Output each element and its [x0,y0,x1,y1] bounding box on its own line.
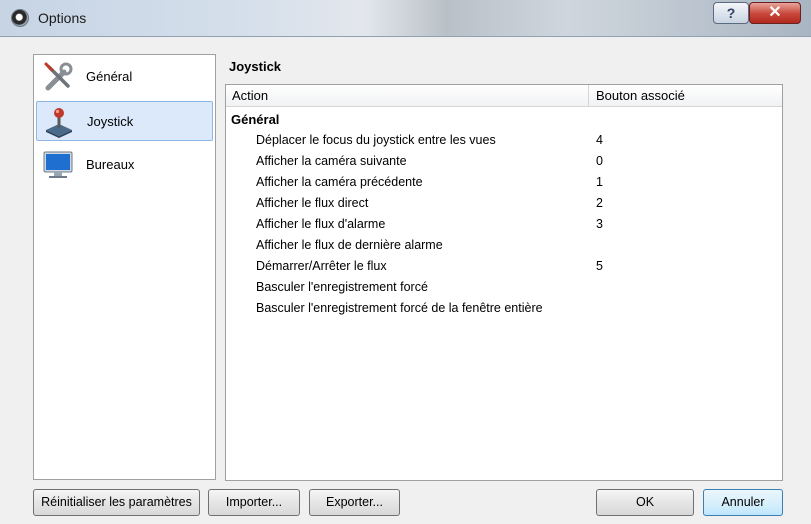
action-cell: Afficher le flux de dernière alarme [256,238,443,252]
action-cell: Afficher la caméra précédente [256,175,423,189]
table-row[interactable]: Basculer l'enregistrement forcé [226,278,782,299]
button-cell: 4 [596,133,603,147]
sidebar-item-desktops[interactable]: Bureaux [36,145,213,185]
sidebar-item-general[interactable]: Général [36,57,213,97]
table-row[interactable]: Basculer l'enregistrement forcé de la fe… [226,299,782,320]
window-title: Options [38,10,87,26]
question-icon: ? [726,5,736,21]
button-cell: 3 [596,217,603,231]
table-row[interactable]: Afficher la caméra suivante 0 [226,152,782,173]
action-cell: Afficher la caméra suivante [256,154,407,168]
table-row[interactable]: Afficher le flux d'alarme 3 [226,215,782,236]
button-cell: 0 [596,154,603,168]
section-title: Joystick [229,59,282,74]
sidebar-item-label: Bureaux [86,157,135,172]
ok-button[interactable]: OK [596,489,694,516]
sidebar-item-label: Joystick [87,114,134,129]
table-row[interactable]: Afficher le flux direct 2 [226,194,782,215]
table-row[interactable]: Afficher la caméra précédente 1 [226,173,782,194]
sidebar-item-label: Général [86,69,133,84]
category-sidebar: Général Joystick Bureaux [33,54,216,480]
close-button[interactable]: ✕ [749,2,801,24]
table-row[interactable]: Déplacer le focus du joystick entre les … [226,131,782,152]
sidebar-item-joystick[interactable]: Joystick [36,101,213,141]
title-bar: Options ? ✕ [0,0,811,37]
reset-settings-button[interactable]: Réinitialiser les paramètres [33,489,200,516]
group-label[interactable]: Général [231,112,279,127]
close-icon: ✕ [768,4,782,21]
action-cell: Déplacer le focus du joystick entre les … [256,133,496,147]
import-button[interactable]: Importer... [208,489,300,516]
button-cell: 2 [596,196,603,210]
table-row[interactable]: Démarrer/Arrêter le flux 5 [226,257,782,278]
button-cell: 5 [596,259,603,273]
action-cell: Démarrer/Arrêter le flux [256,259,387,273]
joystick-icon [46,108,72,138]
column-header-button[interactable]: Bouton associé [589,85,782,107]
help-button[interactable]: ? [713,2,749,24]
joystick-bindings-table[interactable]: Action Bouton associé Général Déplacer l… [225,84,783,481]
export-button[interactable]: Exporter... [309,489,400,516]
action-cell: Basculer l'enregistrement forcé de la fe… [256,301,543,315]
app-icon [11,9,29,27]
table-row[interactable]: Afficher le flux de dernière alarme [226,236,782,257]
button-cell: 1 [596,175,603,189]
tools-icon [44,62,73,91]
action-cell: Afficher le flux direct [256,196,369,210]
column-header-action[interactable]: Action [226,85,589,107]
action-cell: Basculer l'enregistrement forcé [256,280,428,294]
cancel-button[interactable]: Annuler [703,489,783,516]
action-cell: Afficher le flux d'alarme [256,217,386,231]
monitor-icon [43,151,73,178]
